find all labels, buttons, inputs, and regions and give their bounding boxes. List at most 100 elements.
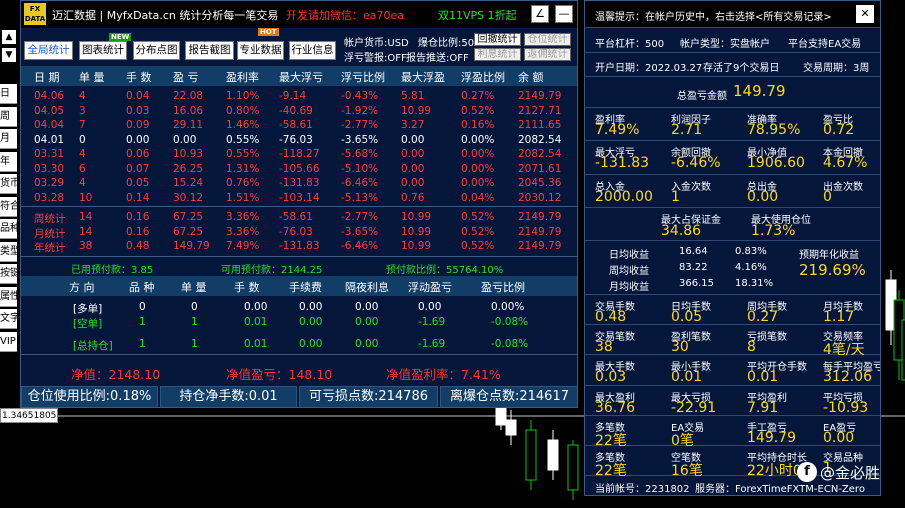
table-cell: 0.00% — [461, 133, 495, 146]
candle-body — [525, 429, 537, 481]
table-cell: 0.00 — [401, 162, 425, 175]
table-cell: 0.05 — [126, 177, 150, 189]
table-cell: 1.10% — [226, 90, 260, 102]
annual-label: 预期年化收益 — [799, 250, 859, 261]
toolbar-button[interactable]: 分布点图 — [133, 41, 180, 60]
positions-header: 方 向 品 种 单 量 手 数 手续费 隔夜利息 浮动盈亏 盈亏比例 — [21, 276, 577, 296]
side-tab[interactable]: 周 — [0, 106, 17, 127]
edit-icon[interactable]: ∠ — [531, 5, 549, 23]
toolbar-button[interactable]: 图表统计 — [79, 41, 127, 60]
return-stats-button[interactable]: 返佣统计 — [524, 48, 571, 61]
position-cell: 0.00 — [355, 316, 379, 328]
table-cell: 2111.65 — [518, 119, 562, 131]
total-profit-value: 149.79 — [733, 82, 786, 100]
table-cell: 22.08 — [173, 90, 204, 102]
panel-titlebar: FX DATA 迈汇数据 | MyfxData.cn 统计分析每一笔交易 开发请加… — [21, 1, 577, 28]
side-tab[interactable]: 类型 — [0, 241, 17, 262]
side-tab[interactable]: 文字 — [0, 309, 17, 329]
table-cell: -2.77% — [341, 119, 379, 131]
column-header: 手 数 — [126, 71, 152, 84]
position-cell: 0.01 — [244, 316, 268, 328]
table-cell: 0 — [79, 133, 86, 146]
stat-value: 7.49% — [595, 122, 640, 138]
tab-scroll-down-button[interactable]: ▼ — [2, 48, 16, 62]
table-cell: 6 — [79, 162, 86, 175]
summary-cell: 14 — [79, 211, 93, 223]
summary-cell: 10.99 — [401, 225, 432, 238]
table-cell: 2030.12 — [518, 191, 562, 204]
summary-row: 周统计 14 0.16 67.25 3.36% -58.61 -2.77% 10.99 0.52… — [21, 211, 577, 225]
interest-stats-button[interactable]: 利息统计 — [474, 48, 521, 61]
account-currency: 帐户货币:USD — [344, 38, 409, 49]
loss-alert-toggle[interactable]: 浮亏警报:OFF — [344, 49, 407, 64]
position-cell: 0.00 — [244, 301, 268, 313]
stats-row: 交易手数 0.48 日均手数 0.05 周均手数 0.27 月均手数 1.17 — [585, 295, 880, 326]
table-cell: 2149.79 — [518, 90, 562, 102]
toolbar-button[interactable]: 专业数据 — [237, 41, 284, 60]
summary-cell: -58.61 — [279, 211, 313, 223]
position-cell: 0 — [139, 301, 146, 313]
stat-value: -10.93 — [823, 399, 869, 416]
table-cell: 0.27% — [461, 90, 495, 102]
table-cell: 03.31 — [34, 148, 65, 160]
table-row: 04.04 7 0.09 29.11 1.46% -58.61 -2.77% 3.27 0.16… — [21, 119, 577, 133]
minimize-icon[interactable]: — — [555, 5, 573, 23]
margin-usage-row: 最大占保证金 34.86 最大使用仓位 1.73% — [585, 208, 880, 241]
position-cell: [空单] — [73, 318, 103, 330]
stat-value: -22.91 — [671, 399, 717, 416]
table-cell: -131.83 — [279, 177, 320, 189]
table-cell: -5.68% — [341, 148, 379, 160]
stat-value: 0 — [823, 188, 832, 205]
summary-cell: -6.46% — [341, 240, 379, 252]
vps-link[interactable]: 双11VPS 1折起 — [438, 7, 517, 23]
side-tab[interactable]: 日 — [0, 84, 17, 104]
tab-scroll-up-button[interactable]: ▲ — [2, 30, 16, 44]
table-cell: 0.00 — [126, 133, 150, 146]
candle-body — [567, 444, 579, 491]
table-cell: 4 — [79, 148, 86, 160]
table-cell: 10 — [79, 191, 93, 204]
stats-row: 盈利率 7.49% 利润因子 2.71 准确率 78.95% 盈亏比 0.72 — [585, 108, 880, 142]
summary-cell: -76.03 — [279, 225, 313, 238]
table-cell: -103.14 — [279, 191, 320, 204]
annual-value: 219.69% — [799, 261, 866, 279]
recall-stats-button[interactable]: 回撤统计 — [474, 33, 521, 46]
position-cell: [多单] — [73, 303, 103, 315]
side-tab[interactable]: 货币 — [0, 174, 17, 194]
table-cell: 0.16% — [461, 119, 495, 131]
stat-value: 0.00 — [747, 188, 779, 205]
table-cell: -9.14 — [279, 90, 307, 102]
stat-value: 0.01 — [671, 369, 703, 386]
table-cell: 4 — [79, 177, 86, 189]
position-row: [多单] 0 0 0.00 0.00 0.00 0.00 0.00% — [21, 301, 577, 315]
toolbar-button[interactable]: 全局统计 — [24, 41, 73, 60]
report-push-toggle[interactable]: 报告推送:OFF — [406, 49, 469, 64]
side-tab[interactable]: VIP — [0, 331, 17, 352]
margin-ratio: 预付款比例：55764.10% — [386, 265, 504, 276]
summary-cell: 2149.79 — [518, 211, 562, 223]
facebook-icon: f — [797, 462, 817, 482]
position-stats-button[interactable]: 仓位统计 — [524, 33, 571, 46]
toolbar-button[interactable]: 报告截图 — [185, 41, 234, 60]
side-tab[interactable]: 符合 — [0, 196, 17, 217]
summary-cell: 周统计 — [34, 213, 66, 225]
position-cell: -0.08% — [491, 338, 529, 350]
table-cell: 04.05 — [34, 104, 65, 117]
side-tab[interactable]: 按键 — [0, 264, 17, 284]
position-cell: 0 — [191, 301, 198, 313]
table-cell: 1.46% — [226, 119, 260, 131]
close-icon[interactable]: ✕ — [856, 5, 874, 23]
monthly-label: 月均收益 — [609, 282, 649, 293]
side-tab[interactable]: 月 — [0, 129, 17, 149]
stat-value: 36.76 — [595, 399, 636, 416]
summary-cell: 67.25 — [173, 211, 204, 223]
promo-text[interactable]: 开发请加微信：ea70ea — [286, 7, 404, 23]
column-header: 单 量 — [79, 71, 105, 84]
toolbar-button[interactable]: 行业信息 — [289, 41, 336, 60]
position-cell: [总持仓] — [73, 340, 113, 352]
side-tab[interactable]: 品种 — [0, 219, 17, 239]
side-tab[interactable]: 属性 — [0, 286, 17, 307]
side-tab[interactable]: 年 — [0, 151, 17, 172]
weekly-value: 83.22 — [679, 262, 708, 273]
stat-value: 38 — [595, 339, 613, 356]
